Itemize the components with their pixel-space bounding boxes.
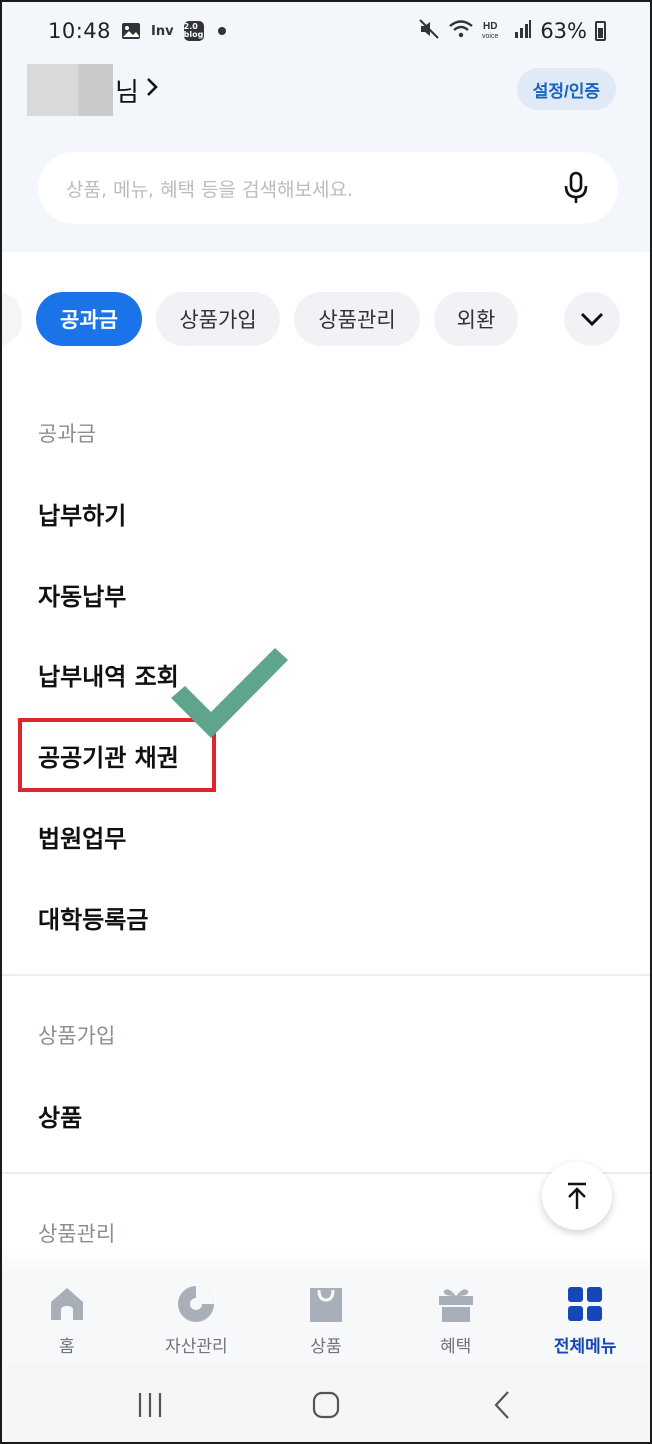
nav-label: 전체메뉴 (553, 1337, 617, 1357)
section-title-utility: 공과금 (38, 422, 96, 446)
home-system-button[interactable] (306, 1385, 346, 1425)
nav-assets[interactable]: 자산관리 (132, 1272, 262, 1364)
pie-chart-icon (178, 1286, 215, 1322)
nav-label: 자산관리 (165, 1337, 228, 1357)
chip-foreign-exchange[interactable]: 외환 (434, 292, 518, 346)
notification-dot-icon (217, 27, 226, 35)
svg-text:voice: voice (482, 33, 498, 39)
inv-icon: Inv (151, 23, 174, 39)
status-bar: 10:48 Inv 2.0 blog HD voice 63% (2, 2, 650, 60)
chip-product-signup[interactable]: 상품가입 (156, 292, 280, 346)
nav-benefits[interactable]: 혜택 (391, 1272, 521, 1364)
checkmark-icon (171, 648, 288, 738)
hd-voice-icon: HD voice (482, 19, 506, 44)
chip-expand-button[interactable] (564, 292, 620, 346)
wifi-icon (448, 19, 474, 44)
chevron-down-icon (580, 312, 604, 327)
chip-fade (522, 292, 562, 346)
battery-level: 63% (540, 19, 587, 43)
back-button[interactable] (482, 1385, 522, 1425)
gallery-icon (121, 21, 141, 41)
menu-item-court-work[interactable]: 법원업무 (38, 819, 126, 854)
app-screen: 10:48 Inv 2.0 blog HD voice 63% 님 설정/인증 … (0, 0, 652, 1444)
svg-text:HD: HD (483, 21, 497, 32)
bottom-nav: 홈 자산관리 상품 혜택 전체메뉴 (2, 1272, 650, 1364)
settings-auth-button[interactable]: 설정/인증 (516, 68, 616, 110)
bottom-fade (2, 1246, 650, 1272)
grid-menu-icon (568, 1287, 603, 1321)
nav-home[interactable]: 홈 (2, 1272, 132, 1364)
microphone-icon[interactable] (562, 171, 590, 205)
section-title-product-manage: 상품관리 (38, 1222, 116, 1246)
recent-apps-button[interactable] (130, 1385, 170, 1425)
nav-products[interactable]: 상품 (261, 1272, 391, 1364)
scroll-to-top-button[interactable] (542, 1162, 612, 1230)
arrow-up-icon (568, 1182, 586, 1209)
status-left: 10:48 Inv 2.0 blog (48, 19, 226, 43)
nav-all-menu[interactable]: 전체메뉴 (520, 1272, 650, 1364)
battery-icon (595, 21, 606, 41)
section-title-product-signup: 상품가입 (38, 1024, 116, 1048)
search-placeholder: 상품, 메뉴, 혜택 등을 검색해보세요. (66, 178, 353, 201)
menu-item-pay[interactable]: 납부하기 (38, 496, 126, 531)
user-name-redacted (27, 64, 113, 116)
chip-utility-bills[interactable]: 공과금 (36, 292, 142, 346)
chip-previous[interactable] (2, 292, 22, 346)
status-time: 10:48 (48, 19, 112, 43)
status-right: HD voice 63% (418, 18, 606, 45)
user-greeting[interactable]: 님 (27, 64, 159, 116)
nav-label: 상품 (310, 1337, 342, 1357)
chip-product-manage[interactable]: 상품관리 (294, 292, 420, 346)
back-icon (494, 1391, 509, 1419)
menu-item-product[interactable]: 상품 (38, 1098, 82, 1133)
home-icon (50, 1288, 83, 1320)
system-nav-bar (2, 1364, 650, 1442)
menu-item-auto-pay[interactable]: 자동납부 (38, 577, 126, 612)
category-chip-row: 공과금 상품가입 상품관리 외환 (2, 292, 650, 348)
header: 10:48 Inv 2.0 blog HD voice 63% 님 설정/인증 … (2, 2, 650, 252)
nav-label: 홈 (58, 1337, 75, 1357)
section-divider (2, 974, 650, 976)
signal-icon (514, 19, 532, 44)
mute-icon (418, 18, 440, 45)
user-suffix: 님 (115, 77, 139, 108)
home-square-icon (312, 1391, 340, 1419)
nav-label: 혜택 (439, 1337, 472, 1357)
search-input[interactable]: 상품, 메뉴, 혜택 등을 검색해보세요. (38, 152, 618, 224)
chevron-right-icon (145, 75, 159, 105)
recent-apps-icon (138, 1393, 162, 1417)
gift-icon (438, 1289, 473, 1322)
blog-icon: 2.0 blog (183, 21, 204, 41)
shopping-bag-icon (309, 1288, 342, 1322)
menu-item-tuition[interactable]: 대학등록금 (38, 900, 148, 935)
menu-item-payment-history[interactable]: 납부내역 조회 (38, 657, 179, 692)
